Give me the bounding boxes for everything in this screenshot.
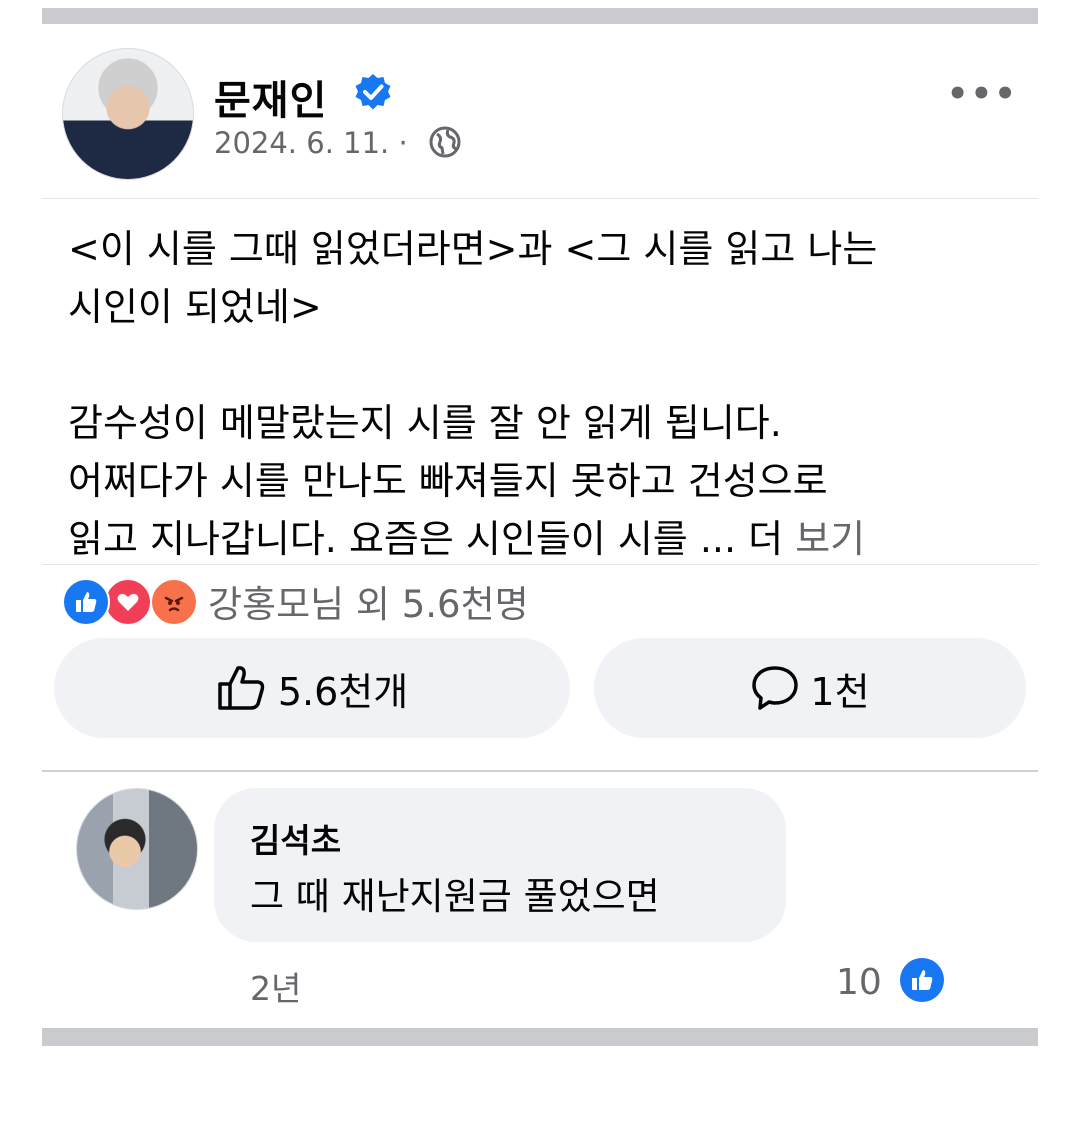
header-divider <box>42 198 1038 199</box>
comment-text: 그 때 재난지원금 풀었으면 <box>250 875 660 918</box>
reaction-summary[interactable]: 강홍모님 외 5.6천명 <box>208 574 529 628</box>
comment-icon <box>752 666 799 710</box>
comment-button[interactable]: 1천 <box>594 638 1026 738</box>
comment-like-badge-icon[interactable] <box>900 958 944 1002</box>
reaction-icons[interactable] <box>62 578 202 626</box>
author-name[interactable]: 문재인 <box>214 68 327 126</box>
angry-icon <box>150 578 198 626</box>
author-avatar[interactable] <box>62 48 194 180</box>
text-divider <box>42 564 1038 565</box>
like-count: 5.6천개 <box>277 669 409 714</box>
thumbs-up-icon <box>218 666 265 710</box>
post-date[interactable]: 2024. 6. 11. · <box>214 126 408 160</box>
comment-bubble[interactable]: 김석초 그 때 재난지원금 풀었으면 <box>214 788 786 942</box>
commenter-name[interactable]: 김석초 <box>250 814 341 862</box>
post-text: <이 시를 그때 읽었더라면>과 <그 시를 읽고 나는 시인이 되었네> 감수… <box>68 220 1018 568</box>
like-button[interactable]: 5.6천개 <box>54 638 570 738</box>
post-body: <이 시를 그때 읽었더라면>과 <그 시를 읽고 나는 시인이 되었네> 감수… <box>68 227 878 561</box>
post-card: 문재인 2024. 6. 11. · ••• <이 시를 그때 읽었더라면>과 … <box>42 24 1038 1028</box>
verified-badge-icon <box>355 74 391 110</box>
see-more-link[interactable]: 보기 <box>795 517 865 561</box>
more-options-icon[interactable]: ••• <box>947 74 1018 114</box>
comment-like-count[interactable]: 10 <box>836 962 882 1003</box>
love-icon <box>104 578 152 626</box>
comment-time[interactable]: 2년 <box>250 962 301 1010</box>
globe-icon <box>429 126 461 158</box>
comment-count: 1천 <box>810 669 870 714</box>
like-icon <box>62 578 110 626</box>
commenter-avatar[interactable] <box>76 788 198 910</box>
actions-divider <box>42 770 1038 772</box>
separator-bar-top <box>42 8 1038 24</box>
separator-bar-bottom <box>42 1028 1038 1046</box>
